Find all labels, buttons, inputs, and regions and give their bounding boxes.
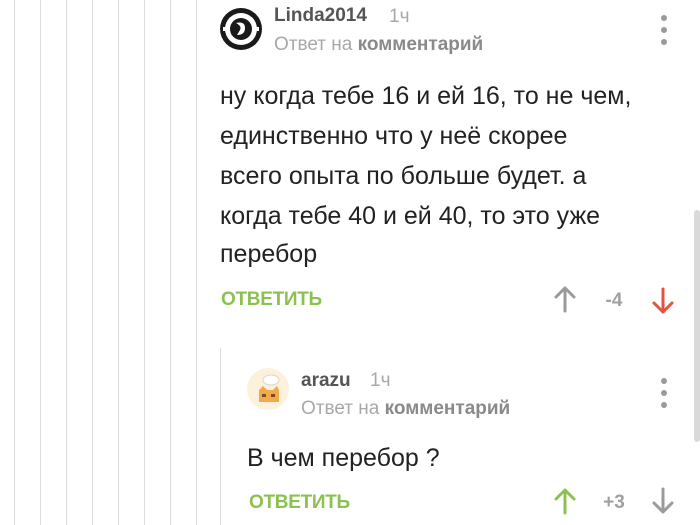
down-arrow-icon[interactable]: [651, 487, 675, 515]
avatar-cat-icon: [259, 374, 280, 402]
vote-score: -4: [605, 290, 623, 311]
comment-arazu: arazu 1ч Ответ на комментарий В чем пере…: [0, 340, 700, 525]
reply-reference[interactable]: Ответ на комментарий: [274, 34, 483, 56]
vote-score: +3: [603, 492, 625, 513]
comment-author[interactable]: Linda2014: [274, 5, 367, 27]
up-arrow-icon[interactable]: [553, 285, 577, 313]
reply-prefix: Ответ на: [274, 34, 353, 55]
comment-body-line: когда тебе 40 и ей 40, то это уже: [220, 202, 601, 230]
avatar-emblem-icon: [220, 8, 262, 50]
up-arrow-icon[interactable]: [553, 487, 577, 515]
down-arrow-icon[interactable]: [651, 287, 675, 315]
comment-body-line: единственно что у неё скорее: [220, 122, 568, 150]
reply-button[interactable]: ОТВЕТИТЬ: [249, 492, 350, 514]
comment-linda2014: Linda2014 1ч Ответ на комментарий ну ког…: [0, 0, 700, 340]
more-vert-icon[interactable]: [654, 15, 674, 45]
comment-body-line: всего опыта по больше будет. а: [220, 162, 587, 190]
comment-body-line: В чем перебор ?: [247, 444, 440, 472]
comment-body-line: перебор: [220, 240, 318, 268]
reply-target-link[interactable]: комментарий: [358, 34, 484, 55]
comment-author[interactable]: arazu: [301, 370, 351, 392]
reply-target-link[interactable]: комментарий: [385, 398, 511, 419]
comment-time: 1ч: [389, 6, 410, 27]
reply-reference[interactable]: Ответ на комментарий: [301, 398, 510, 420]
comment-body-line: ну когда тебе 16 и ей 16, то не чем,: [220, 82, 632, 110]
comment-time: 1ч: [370, 370, 391, 391]
more-vert-icon[interactable]: [654, 378, 674, 408]
reply-button[interactable]: ОТВЕТИТЬ: [221, 289, 322, 311]
avatar[interactable]: [219, 7, 263, 51]
avatar[interactable]: [247, 368, 289, 410]
reply-prefix: Ответ на: [301, 398, 380, 419]
